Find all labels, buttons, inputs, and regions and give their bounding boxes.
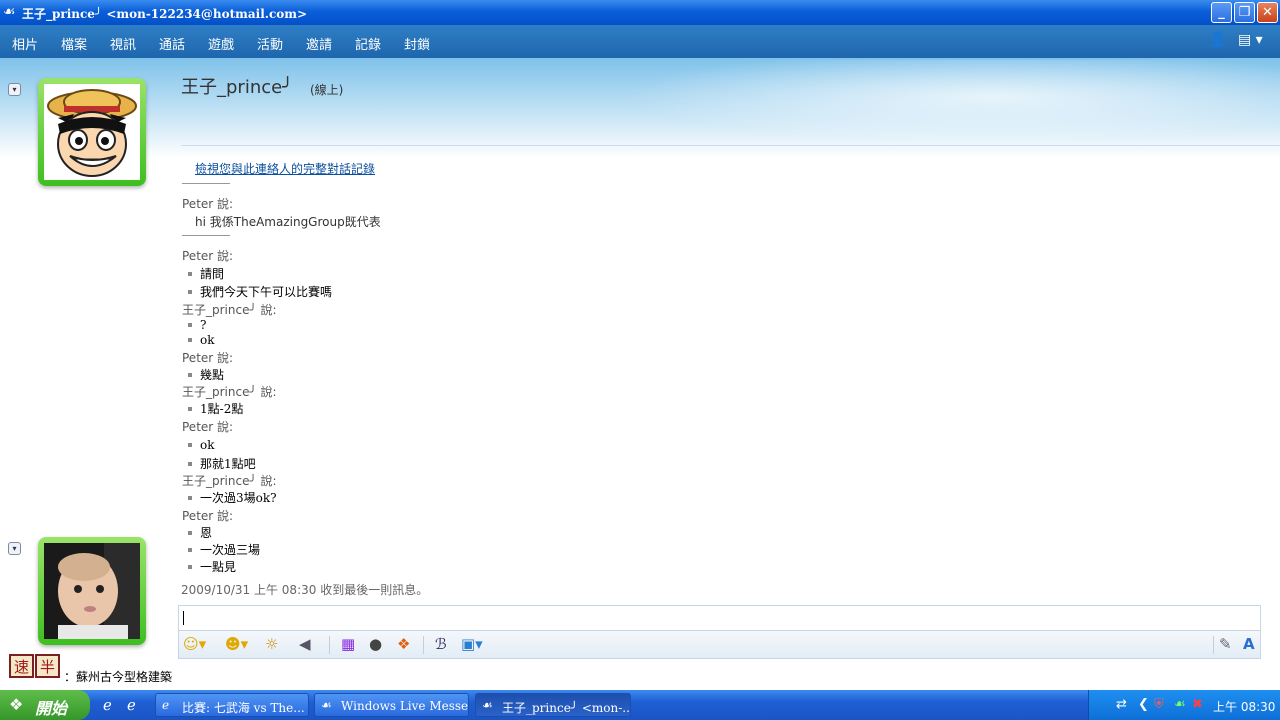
background-icon[interactable]: ▦ [341, 635, 355, 653]
start-button[interactable]: ❖ 開始 [0, 690, 90, 720]
user-avatar-image [44, 543, 140, 639]
ime-mode-indicator[interactable]: 速 [9, 654, 34, 678]
start-label: 開始 [35, 699, 68, 718]
collapse-contact-avatar-icon[interactable]: ▾ [8, 83, 21, 96]
security-shield-icon[interactable]: ⛨ [1154, 697, 1164, 712]
taskbar-item[interactable]: ℯ 比賽: 七武海 vs The... [155, 693, 309, 717]
taskbar-item-active[interactable]: ☙ 王子_prince╯ <mon-... [475, 693, 631, 717]
baby-photo-icon [44, 543, 140, 639]
collapse-user-avatar-icon[interactable]: ▾ [8, 542, 21, 555]
message-text: 幾點 [188, 366, 224, 383]
browser-window-icon: ℯ [162, 698, 170, 712]
message-sender: Peter 說: [182, 420, 234, 434]
toolbar-separator [1213, 636, 1214, 654]
message-text: ok [188, 333, 215, 347]
antivirus-icon[interactable]: ✖ [1192, 697, 1203, 712]
handwriting-icon[interactable]: ✎ [1219, 635, 1232, 653]
toolbar-separator [329, 636, 330, 654]
taskbar-item[interactable]: ☙ Windows Live Messen... [314, 693, 469, 717]
emoticon-icon[interactable]: ☺▾ [183, 635, 206, 653]
messenger-tray-icon[interactable]: ☙ [1174, 697, 1186, 712]
menu-block[interactable]: 封鎖 [404, 34, 430, 53]
taskbar-item-label: 比賽: 七武海 vs The... [182, 701, 305, 715]
contact-avatar-image [44, 84, 140, 180]
toolbar-separator [423, 636, 424, 654]
menu-history[interactable]: 記錄 [355, 34, 381, 53]
title-bar: ☙ 王子_prince╯ <mon-122234@hotmail.com> _ … [0, 0, 1280, 25]
network-icon[interactable]: ⇄ [1116, 697, 1127, 712]
minimize-button[interactable]: _ [1211, 2, 1232, 23]
user-avatar[interactable] [38, 537, 146, 645]
message-text: 那就1點吧 [188, 455, 256, 472]
text-caret [183, 611, 184, 625]
taskbar: ❖ 開始 ℯ ℯ ℯ 比賽: 七武海 vs The... ☙ Windows L… [0, 690, 1280, 720]
input-toolbar: ☺▾ ☻▾ ☼ ◀ ▦ ● ❖ ℬ ▣▾ ✎ A [178, 631, 1261, 659]
maximize-button[interactable]: ❐ [1234, 2, 1255, 23]
message-text: hi 我係TheAmazingGroup既代表 [195, 215, 381, 229]
taskbar-item-label: 王子_prince╯ <mon-... [502, 701, 631, 715]
menu-games[interactable]: 遊戲 [208, 34, 234, 53]
contact-avatar[interactable] [38, 78, 146, 186]
message-sender: Peter 說: [182, 351, 234, 365]
message-text: 一次過三場 [188, 541, 260, 558]
menu-video[interactable]: 視訊 [110, 34, 136, 53]
menu-files[interactable]: 檔案 [61, 34, 87, 53]
menu-activities[interactable]: 活動 [257, 34, 283, 53]
message-text: ok [188, 438, 215, 452]
straw-hat-character-icon [44, 84, 140, 180]
header-decoration [560, 60, 1280, 150]
menu-call[interactable]: 通話 [159, 34, 185, 53]
message-text: ? [188, 318, 206, 332]
taskbar-item-label: Windows Live Messen... [341, 699, 469, 713]
status-bar-text: ：蘇州古今型格建築 [64, 670, 173, 684]
menu-bar: 相片 檔案 視訊 通話 遊戲 活動 邀請 記錄 封鎖 👤 ▤ ▾ [0, 25, 1280, 58]
contact-name: 王子_prince╯ [181, 77, 294, 98]
voice-clip-icon[interactable]: ◀ [299, 635, 311, 653]
menu-photos[interactable]: 相片 [12, 34, 38, 53]
header-divider [181, 145, 1280, 146]
conversation-window-icon: ☙ [482, 698, 493, 712]
back-arrow-icon[interactable]: ❮ [1138, 697, 1149, 712]
font-icon[interactable]: ℬ [435, 635, 447, 653]
message-text: 我們今天下午可以比賽嗎 [188, 283, 332, 300]
contact-status: (線上) [310, 83, 344, 97]
message-sender: 王子_prince╯ 說: [182, 474, 277, 488]
wink-icon[interactable]: ☻▾ [225, 635, 248, 653]
message-sender: Peter 說: [182, 197, 234, 211]
text-style-icon[interactable]: A [1243, 635, 1255, 653]
message-text: 1點-2點 [188, 400, 243, 417]
messenger-icon: ☙ [3, 4, 16, 20]
message-sender: 王子_prince╯ 說: [182, 303, 277, 317]
message-separator [182, 183, 230, 184]
messenger-window-icon: ☙ [321, 698, 332, 712]
message-text: 一點見 [188, 558, 236, 575]
message-text: 一次過3場ok? [188, 489, 277, 506]
message-text: 恩 [188, 524, 212, 541]
options-menu-icon[interactable]: ▤ ▾ [1238, 32, 1263, 48]
nudge-icon[interactable]: ☼ [265, 635, 278, 653]
window-title: 王子_prince╯ <mon-122234@hotmail.com> [22, 7, 308, 21]
share-icon[interactable]: ▣▾ [461, 635, 483, 653]
message-separator [182, 235, 230, 236]
ime-width-indicator[interactable]: 半 [35, 654, 60, 678]
system-clock: 上午 08:30 [1213, 700, 1276, 714]
message-text: 請問 [188, 265, 224, 282]
windows-logo-icon: ❖ [9, 695, 24, 714]
view-history-link[interactable]: 檢視您與此連絡人的完整對話記錄 [195, 160, 375, 177]
last-message-timestamp: 2009/10/31 上午 08:30 收到最後一則訊息。 [181, 583, 429, 597]
sound-icon[interactable]: ● [369, 635, 382, 653]
menu-invite[interactable]: 邀請 [306, 34, 332, 53]
message-sender: Peter 說: [182, 249, 234, 263]
message-sender: 王子_prince╯ 說: [182, 385, 277, 399]
message-sender: Peter 說: [182, 509, 234, 523]
games-icon[interactable]: ❖ [397, 635, 410, 653]
contact-card-icon[interactable]: 👤 [1209, 32, 1226, 48]
browser-icon[interactable]: ℯ [127, 696, 136, 714]
message-input[interactable] [178, 605, 1261, 631]
close-button[interactable]: ✕ [1257, 2, 1278, 23]
internet-explorer-icon[interactable]: ℯ [103, 696, 112, 714]
